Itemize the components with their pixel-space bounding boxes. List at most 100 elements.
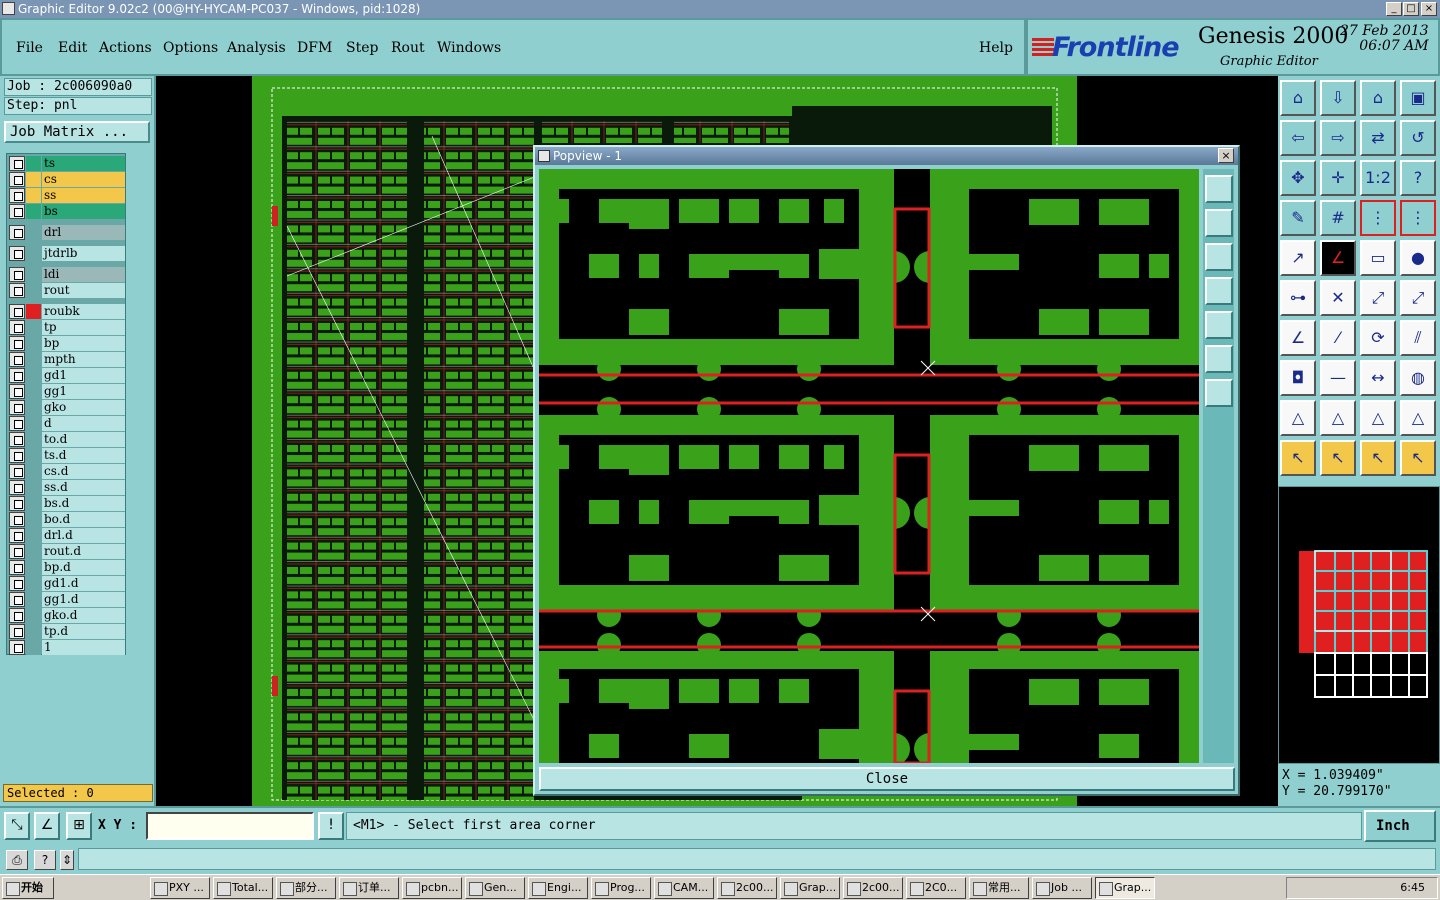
- layer-name[interactable]: ss.d: [42, 480, 125, 495]
- layer-name[interactable]: tp: [42, 320, 125, 335]
- taskbar-item[interactable]: PXY ...: [150, 877, 210, 899]
- maximize-button[interactable]: □: [1403, 2, 1419, 16]
- layer-name[interactable]: cs.d: [42, 464, 125, 479]
- select-box-icon[interactable]: ↖: [1320, 440, 1356, 476]
- layer-row-gko[interactable]: gko: [9, 400, 125, 415]
- layer-name[interactable]: bo.d: [42, 512, 125, 527]
- layer-name[interactable]: jtdrlb: [42, 246, 125, 261]
- bracket-icon[interactable]: ⫽: [1400, 320, 1436, 356]
- redraw-icon[interactable]: ↺: [1400, 120, 1436, 156]
- layer-name[interactable]: 1: [42, 640, 125, 655]
- snap-grid-icon[interactable]: ⋮: [1400, 200, 1436, 236]
- layer-checkbox[interactable]: [9, 624, 25, 639]
- shapes-icon[interactable]: ◍: [1400, 360, 1436, 396]
- layer-row-bs[interactable]: bs: [9, 204, 125, 219]
- grid-icon[interactable]: #: [1320, 200, 1356, 236]
- minimize-button[interactable]: _: [1386, 2, 1402, 16]
- pad-icon[interactable]: ●: [1400, 240, 1436, 276]
- layer-checkbox[interactable]: [9, 204, 25, 219]
- layer-name[interactable]: ts.d: [42, 448, 125, 463]
- layer-checkbox[interactable]: [9, 188, 25, 203]
- layer-name[interactable]: gko.d: [42, 608, 125, 623]
- taskbar-item[interactable]: 2C0...: [906, 877, 966, 899]
- triangle-bar-icon[interactable]: △: [1360, 400, 1396, 436]
- select-pointer-icon[interactable]: ↖: [1280, 440, 1316, 476]
- layer-row-ss-d[interactable]: ss.d: [9, 480, 125, 495]
- layer-checkbox[interactable]: [9, 283, 25, 298]
- select-area-icon[interactable]: ↖: [1360, 440, 1396, 476]
- triangle-point-icon[interactable]: △: [1320, 400, 1356, 436]
- layer-row-tp-d[interactable]: tp.d: [9, 624, 125, 639]
- menu-windows[interactable]: Windows: [437, 40, 501, 56]
- menu-help[interactable]: Help: [979, 40, 1013, 56]
- measure-tool-icon[interactable]: ∠: [34, 812, 60, 840]
- window-title-bar[interactable]: Graphic Editor 9.02c2 (00@HY-HYCAM-PC037…: [0, 0, 1440, 18]
- popview-zoom-icon[interactable]: [1205, 175, 1233, 203]
- taskbar-item[interactable]: Grap...: [780, 877, 840, 899]
- snap-icon[interactable]: ⋮: [1360, 200, 1396, 236]
- taskbar-item[interactable]: Job ...: [1032, 877, 1092, 899]
- help-icon[interactable]: ?: [1400, 160, 1436, 196]
- layer-name[interactable]: ts: [42, 156, 125, 171]
- layer-checkbox[interactable]: [9, 432, 25, 447]
- layer-checkbox[interactable]: [9, 448, 25, 463]
- layer-row-roubk[interactable]: roubk: [9, 304, 125, 319]
- popview-close-button[interactable]: Close: [539, 767, 1235, 791]
- layer-checkbox[interactable]: [9, 464, 25, 479]
- layer-name[interactable]: bs: [42, 204, 125, 219]
- taskbar-item[interactable]: pcbn...: [402, 877, 462, 899]
- layer-row-gg1[interactable]: gg1: [9, 384, 125, 399]
- layer-checkbox[interactable]: [9, 156, 25, 171]
- popview-up-icon[interactable]: [1205, 209, 1233, 237]
- layer-checkbox[interactable]: [9, 576, 25, 591]
- layer-row-mpth[interactable]: mpth: [9, 352, 125, 367]
- layer-row-cs[interactable]: cs: [9, 172, 125, 187]
- arc-icon[interactable]: ⟳: [1360, 320, 1396, 356]
- cross-icon[interactable]: ✕: [1320, 280, 1356, 316]
- layer-row-1[interactable]: 1: [9, 640, 125, 655]
- layer-checkbox[interactable]: [9, 320, 25, 335]
- line-arrow-icon[interactable]: ⤢: [1400, 280, 1436, 316]
- layer-checkbox[interactable]: [9, 544, 25, 559]
- layer-name[interactable]: gg1: [42, 384, 125, 399]
- layer-list[interactable]: ts cs ss bs drl jtdrlb ldi rout roubk tp bp mpth gd1…: [6, 153, 126, 655]
- layer-name[interactable]: gko: [42, 400, 125, 415]
- layer-name[interactable]: rout: [42, 283, 125, 298]
- menu-file[interactable]: File: [16, 40, 43, 56]
- layer-row-cs-d[interactable]: cs.d: [9, 464, 125, 479]
- layer-row-bp-d[interactable]: bp.d: [9, 560, 125, 575]
- layer-row-gko-d[interactable]: gko.d: [9, 608, 125, 623]
- start-button[interactable]: 开始: [2, 877, 54, 899]
- layer-name[interactable]: roubk: [42, 304, 125, 319]
- layer-row-gd1-d[interactable]: gd1.d: [9, 576, 125, 591]
- layer-row-bo-d[interactable]: bo.d: [9, 512, 125, 527]
- menu-rout[interactable]: Rout: [391, 40, 425, 56]
- layer-checkbox[interactable]: [9, 512, 25, 527]
- popview-close-icon[interactable]: ×: [1218, 148, 1234, 163]
- layer-row-ts-d[interactable]: ts.d: [9, 448, 125, 463]
- printer-icon[interactable]: ⎙: [6, 850, 28, 870]
- popview-left-icon[interactable]: [1205, 277, 1233, 305]
- layer-checkbox[interactable]: [9, 336, 25, 351]
- overview-map[interactable]: [1278, 486, 1440, 764]
- swap-icon[interactable]: ⇄: [1360, 120, 1396, 156]
- layer-name[interactable]: gd1: [42, 368, 125, 383]
- layer-row-drl[interactable]: drl: [9, 225, 125, 240]
- snap-grid-icon-2[interactable]: ⊞: [66, 812, 92, 840]
- select-net-icon[interactable]: ↖: [1400, 440, 1436, 476]
- palette-icon[interactable]: ✎: [1280, 200, 1316, 236]
- help-query-icon[interactable]: ?: [34, 850, 56, 870]
- job-matrix-button[interactable]: Job Matrix ...: [4, 121, 150, 143]
- layer-name[interactable]: ss: [42, 188, 125, 203]
- layer-name[interactable]: drl: [42, 225, 125, 240]
- window-frame-icon[interactable]: ▣: [1400, 80, 1436, 116]
- layer-checkbox[interactable]: [9, 384, 25, 399]
- layer-name[interactable]: d: [42, 416, 125, 431]
- center-icon[interactable]: ✛: [1320, 160, 1356, 196]
- layer-name[interactable]: bp: [42, 336, 125, 351]
- layer-checkbox[interactable]: [9, 496, 25, 511]
- layer-row-ldi[interactable]: ldi: [9, 267, 125, 282]
- layer-checkbox[interactable]: [9, 368, 25, 383]
- layer-checkbox[interactable]: [9, 416, 25, 431]
- info-icon[interactable]: !: [318, 812, 344, 840]
